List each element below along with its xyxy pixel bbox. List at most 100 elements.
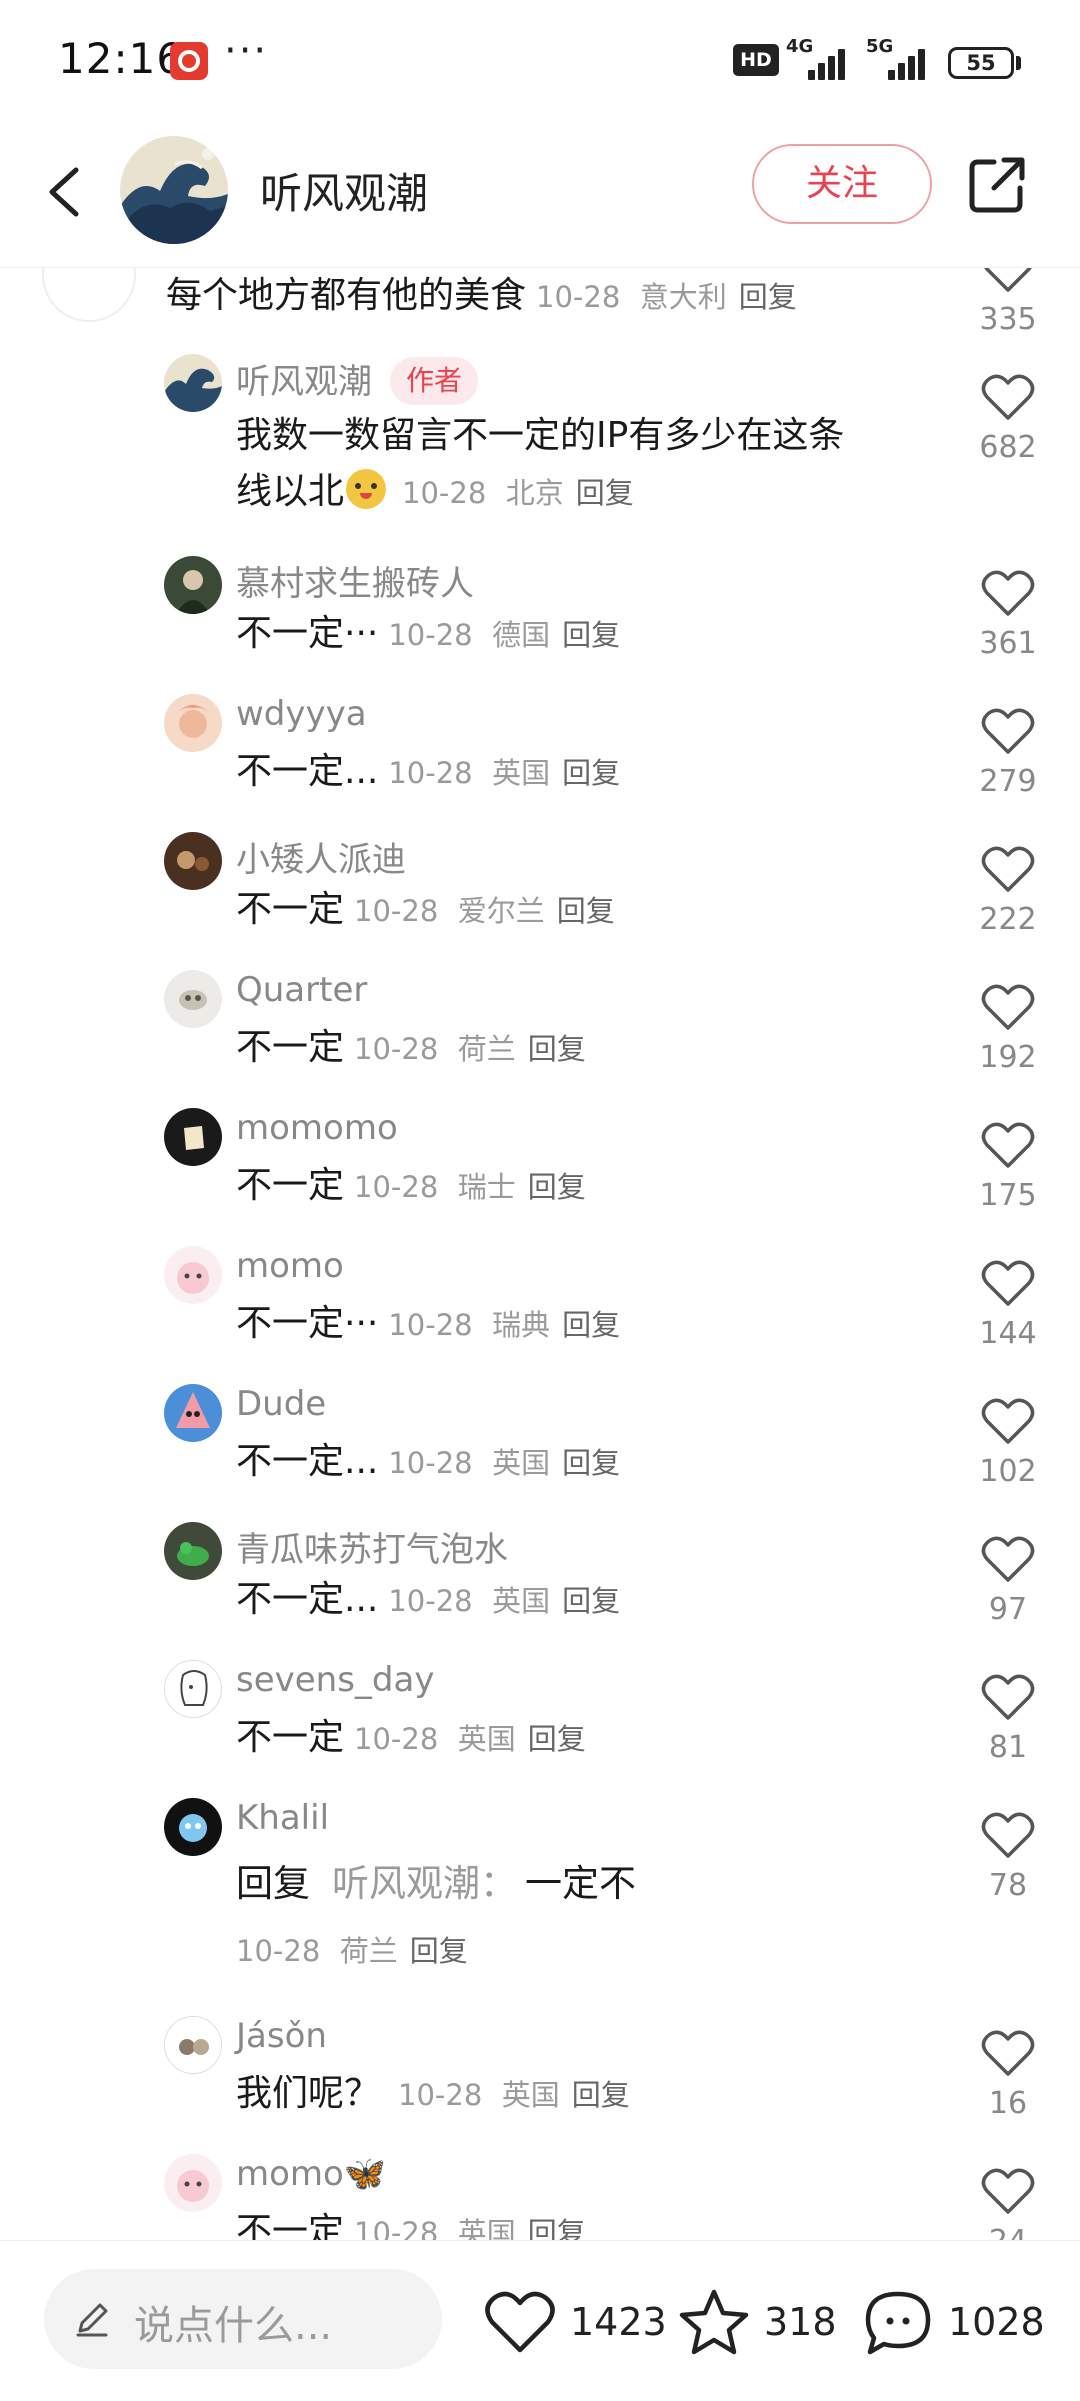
post-favorite-count: 318 (764, 2300, 837, 2344)
comment-date: 10-28 (398, 2078, 483, 2112)
like-button[interactable]: 144 (976, 1258, 1040, 1351)
post-comment-count: 1028 (948, 2300, 1045, 2344)
reply-button[interactable]: 回复 (576, 476, 634, 510)
comment-date: 10-28 (388, 1308, 473, 1342)
commenter-avatar[interactable] (164, 2016, 222, 2074)
back-arrow-icon[interactable] (38, 162, 98, 222)
commenter-name[interactable]: sevens_day (236, 1660, 434, 1700)
comment-input-placeholder: 说点什么... (134, 2303, 333, 2349)
like-button[interactable]: 24 (976, 2166, 1040, 2240)
commenter-name[interactable]: Khalil (236, 1798, 329, 1838)
commenter-avatar[interactable] (164, 1798, 222, 1856)
commenter-avatar[interactable] (164, 1108, 222, 1166)
like-button[interactable]: 361 (976, 568, 1040, 661)
commenter-avatar[interactable] (164, 1384, 222, 1442)
like-button[interactable]: 97 (976, 1534, 1040, 1627)
reply-button[interactable]: 回复 (528, 1170, 586, 1204)
status-time: 12:16 (58, 34, 185, 83)
signal-5g-icon (888, 44, 936, 80)
commenter-avatar[interactable] (164, 832, 222, 890)
like-button[interactable]: 682 (976, 372, 1040, 465)
reply-button[interactable]: 回复 (410, 1934, 468, 1968)
comment-date: 10-28 (354, 894, 439, 928)
comment-location: 北京 (505, 476, 564, 510)
comment-date: 10-28 (354, 1032, 439, 1066)
comment-location: 瑞士 (457, 1170, 516, 1204)
comment-date: 10-28 (388, 618, 473, 652)
comment-text: 每个地方都有他的美食 (166, 275, 527, 316)
commenter-avatar[interactable] (164, 694, 222, 752)
comment-date: 10-28 (388, 1584, 473, 1618)
like-button[interactable]: 102 (976, 1396, 1040, 1489)
reply-button[interactable]: 回复 (572, 2078, 630, 2112)
reply-button[interactable]: 回复 (557, 894, 615, 928)
reply-prefix: 回复 (236, 1862, 310, 1905)
star-icon (679, 2289, 749, 2355)
post-like-button[interactable]: 1423 (484, 2277, 667, 2367)
commenter-avatar[interactable] (164, 1660, 222, 1718)
battery-tip (1016, 56, 1021, 70)
commenter-name[interactable]: momo🦋 (236, 2154, 386, 2194)
commenter-name[interactable]: wdyyya (236, 694, 367, 734)
comment-text: 不一定 (236, 889, 345, 930)
commenter-name[interactable]: momomo (236, 1108, 398, 1148)
comment-text: 不一定... (236, 751, 379, 792)
commenter-avatar[interactable] (164, 970, 222, 1028)
commenter-name[interactable]: 青瓜味苏打气泡水 (236, 1522, 508, 1571)
like-count: 102 (979, 1454, 1037, 1489)
share-icon[interactable] (966, 154, 1028, 216)
author-avatar[interactable] (120, 136, 228, 244)
post-comment-button[interactable]: 1028 (862, 2277, 1045, 2367)
reply-button[interactable]: 回复 (528, 1032, 586, 1066)
commenter-avatar[interactable] (164, 2154, 222, 2212)
commenter-avatar[interactable] (164, 1522, 222, 1580)
comment-location: 爱尔兰 (457, 894, 545, 928)
reply-button[interactable]: 回复 (562, 1446, 620, 1480)
like-count: 81 (988, 1730, 1028, 1765)
music-app-icon (170, 42, 208, 80)
commenter-name[interactable]: momo (236, 1246, 344, 1286)
reply-button[interactable]: 回复 (562, 1308, 620, 1342)
like-button[interactable]: 222 (976, 844, 1040, 937)
commenter-avatar[interactable] (164, 1246, 222, 1304)
like-button[interactable]: 279 (976, 706, 1040, 799)
heart-icon (485, 2291, 555, 2353)
reply-button[interactable]: 回复 (562, 1584, 620, 1618)
commenter-name[interactable]: Dude (236, 1384, 326, 1424)
like-button[interactable]: 335 (976, 268, 1040, 337)
comment-location: 英国 (492, 756, 551, 790)
like-button[interactable]: 192 (976, 982, 1040, 1075)
commenter-name[interactable]: 听风观潮 (236, 362, 372, 402)
comment-list[interactable]: 每个地方都有他的美食 10-28 意大利 回复 335 听风观潮 作者 我数一数留言不… (0, 268, 1080, 2240)
comment-location: 英国 (492, 1584, 551, 1618)
commenter-name[interactable]: 小矮人派迪 (236, 832, 406, 881)
post-favorite-button[interactable]: 318 (678, 2277, 837, 2367)
commenter-name[interactable]: 慕村求生搬砖人 (236, 556, 474, 605)
reply-target-name[interactable]: 听风观潮： (332, 1862, 517, 1905)
like-button[interactable]: 81 (976, 1672, 1040, 1765)
like-count: 175 (979, 1178, 1037, 1213)
commenter-avatar[interactable] (164, 354, 222, 412)
reply-button[interactable]: 回复 (528, 2216, 586, 2240)
comment-text: 不一定 (236, 1027, 345, 1068)
like-button[interactable]: 78 (976, 1810, 1040, 1903)
comment-date: 10-28 (236, 1934, 321, 1968)
comment-date: 10-28 (536, 280, 621, 314)
follow-button[interactable]: 关注 (752, 144, 932, 224)
reply-button[interactable]: 回复 (528, 1722, 586, 1756)
comment-text: 不一定... (236, 1579, 379, 1620)
like-count: 222 (979, 902, 1037, 937)
commenter-name[interactable]: Jásǒn (236, 2016, 327, 2056)
reply-button[interactable]: 回复 (562, 618, 620, 652)
like-button[interactable]: 16 (976, 2028, 1040, 2121)
comment-location: 荷兰 (457, 1032, 516, 1066)
commenter-avatar[interactable] (42, 268, 136, 322)
commenter-avatar[interactable] (164, 556, 222, 614)
reply-button[interactable]: 回复 (739, 280, 797, 314)
comment-text: 我数一数留言不一定的IP有多少在这条 (236, 415, 845, 456)
comment-input[interactable]: 说点什么... (44, 2269, 442, 2369)
like-button[interactable]: 175 (976, 1120, 1040, 1213)
profile-header: 听风观潮 关注 (0, 120, 1080, 268)
reply-button[interactable]: 回复 (562, 756, 620, 790)
commenter-name[interactable]: Quarter (236, 970, 367, 1010)
